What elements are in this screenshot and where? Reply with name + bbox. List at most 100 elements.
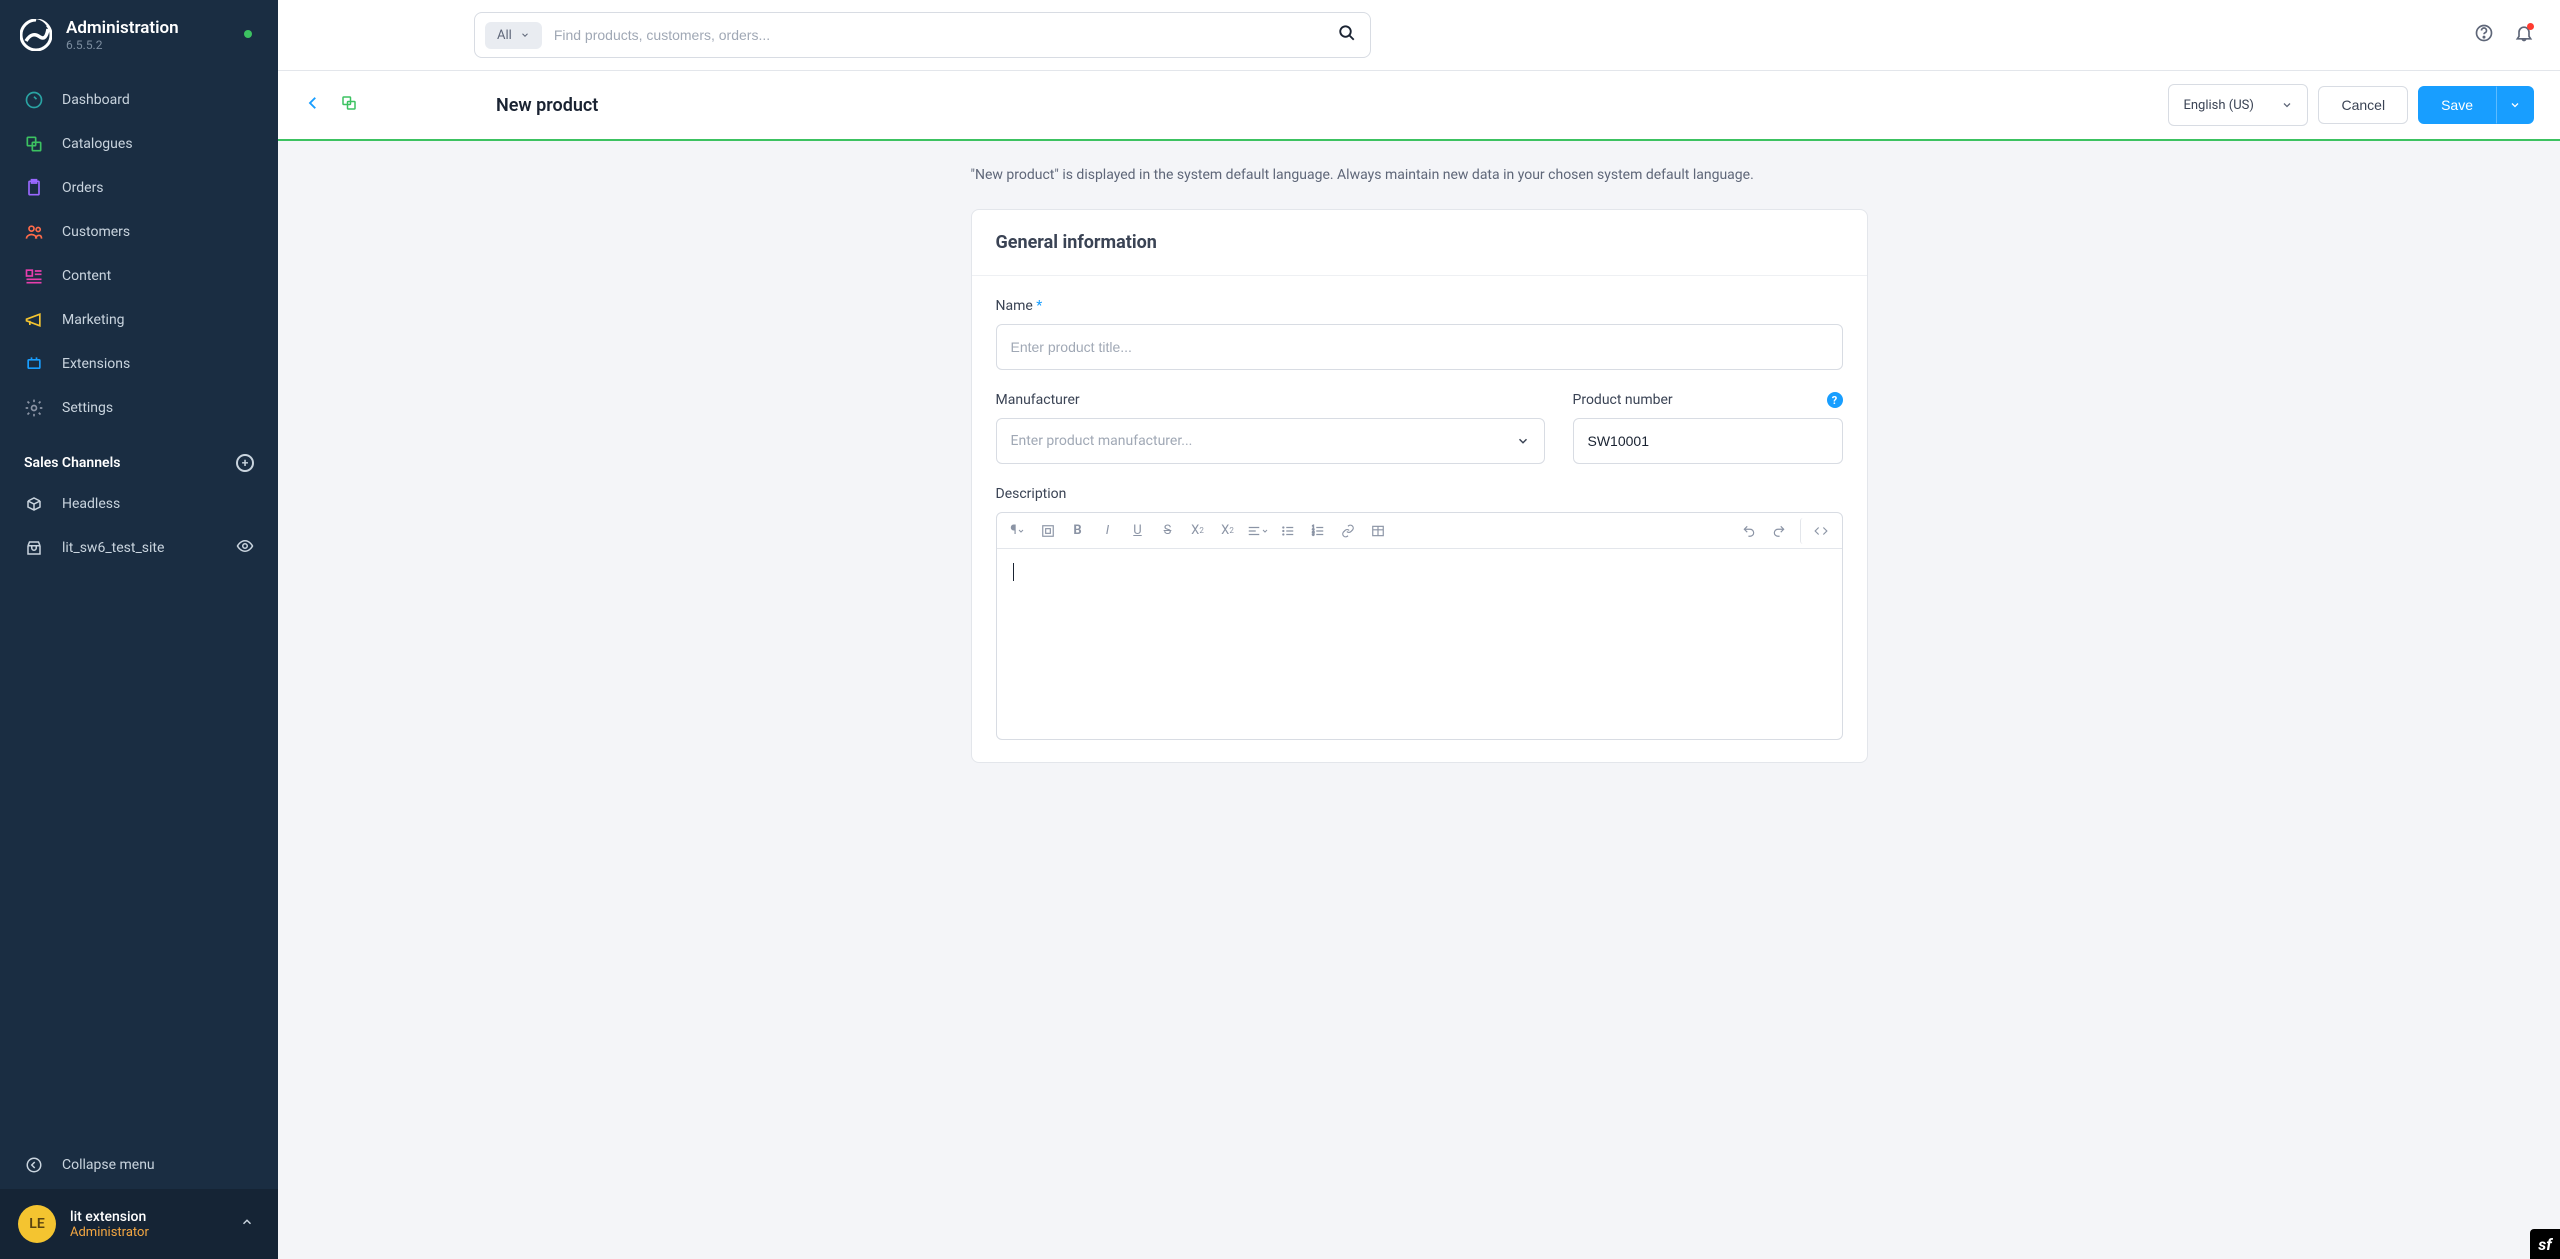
redo-button[interactable] [1766,518,1792,544]
ordered-list-button[interactable]: 123 [1305,518,1331,544]
nav-customers[interactable]: Customers [0,210,278,254]
nav-label: Marketing [62,312,125,328]
nav-label: Orders [62,180,104,196]
nav-label: Dashboard [62,92,130,108]
language-select[interactable]: English (US) [2168,84,2308,126]
collapse-icon [24,1155,44,1175]
nav-content[interactable]: Content [0,254,278,298]
sidebar-title: Administration [66,18,179,38]
notification-badge [2527,23,2534,30]
sidebar-header: Administration 6.5.5.2 [0,0,278,68]
global-search[interactable]: All [474,12,1371,58]
avatar: LE [18,1205,56,1243]
svg-text:3: 3 [1312,531,1315,536]
underline-button[interactable]: U [1125,518,1151,544]
bullet-list-button[interactable] [1275,518,1301,544]
help-icon[interactable]: ? [1827,392,1843,408]
nav-label: Content [62,268,111,284]
sidebar-version: 6.5.5.2 [66,38,179,52]
duplicate-button[interactable] [340,94,358,116]
search-icon[interactable] [1338,24,1356,46]
marketing-icon [24,310,44,330]
save-button[interactable]: Save [2418,86,2496,124]
customers-icon [24,222,44,242]
nav-label: Extensions [62,356,130,372]
chevron-up-icon [240,1215,254,1233]
nav-catalogues[interactable]: Catalogues [0,122,278,166]
page-title: New product [496,95,598,116]
search-filter-label: All [497,28,512,43]
subscript-button[interactable]: X2 [1215,518,1241,544]
code-view-button[interactable] [1800,518,1834,544]
name-input[interactable] [996,324,1843,370]
symfony-debug-badge[interactable]: sf [2530,1229,2560,1259]
superscript-button[interactable]: X2 [1185,518,1211,544]
add-sales-channel-button[interactable]: + [236,454,254,472]
paragraph-format-button[interactable]: ¶ [1005,518,1031,544]
search-filter-dropdown[interactable]: All [485,22,542,49]
nav-dashboard[interactable]: Dashboard [0,78,278,122]
catalogues-icon [24,134,44,154]
logo-icon [20,19,52,51]
fullscreen-button[interactable] [1035,518,1061,544]
language-hint: "New product" is displayed in the system… [971,167,1868,183]
section-title: Sales Channels [24,455,120,471]
search-input[interactable] [542,27,1338,43]
nav-marketing[interactable]: Marketing [0,298,278,342]
sales-channel-label: lit_sw6_test_site [62,540,164,556]
align-button[interactable] [1245,518,1271,544]
orders-icon [24,178,44,198]
sidebar: Administration 6.5.5.2 Dashboard Catalog… [0,0,278,1259]
content-area: "New product" is displayed in the system… [278,141,2560,789]
help-button[interactable] [2474,23,2494,47]
nav-label: Catalogues [62,136,133,152]
undo-button[interactable] [1736,518,1762,544]
page-header: New product English (US) Cancel Save [278,71,2560,141]
status-indicator [244,30,252,38]
back-button[interactable] [304,94,322,116]
main-content: All New product [278,0,2560,1259]
collapse-label: Collapse menu [62,1157,155,1173]
nav-label: Customers [62,224,130,240]
table-button[interactable] [1365,518,1391,544]
content-icon [24,266,44,286]
save-dropdown-button[interactable] [2496,86,2534,124]
language-value: English (US) [2183,98,2253,113]
chevron-down-icon [1516,434,1530,448]
bold-button[interactable]: B [1065,518,1091,544]
nav-extensions[interactable]: Extensions [0,342,278,386]
manufacturer-label: Manufacturer [996,392,1545,408]
visibility-icon[interactable] [236,537,254,559]
card-title: General information [996,232,1843,253]
nav-label: Settings [62,400,113,416]
nav-settings[interactable]: Settings [0,386,278,430]
settings-icon [24,398,44,418]
manufacturer-placeholder: Enter product manufacturer... [1011,433,1193,449]
main-nav: Dashboard Catalogues Orders Customers Co… [0,68,278,440]
user-menu[interactable]: LE lit extension Administrator [0,1189,278,1259]
description-textarea[interactable] [997,549,1842,739]
general-info-card: General information Name * Manufacturer … [971,209,1868,763]
cancel-button[interactable]: Cancel [2318,86,2408,124]
italic-button[interactable]: I [1095,518,1121,544]
sales-channel-label: Headless [62,496,120,512]
notifications-button[interactable] [2514,23,2534,47]
description-label: Description [996,486,1843,502]
collapse-menu-button[interactable]: Collapse menu [0,1141,278,1189]
name-label: Name * [996,298,1843,314]
product-number-label: Product number [1573,392,1673,408]
strikethrough-button[interactable]: S [1155,518,1181,544]
link-button[interactable] [1335,518,1361,544]
description-editor: ¶ B I U S X2 X2 123 [996,512,1843,740]
extensions-icon [24,354,44,374]
topbar: All [278,0,2560,71]
headless-icon [24,494,44,514]
manufacturer-select[interactable]: Enter product manufacturer... [996,418,1545,464]
chevron-down-icon [520,30,530,40]
nav-orders[interactable]: Orders [0,166,278,210]
product-number-input[interactable] [1573,418,1843,464]
editor-toolbar: ¶ B I U S X2 X2 123 [997,513,1842,549]
user-role: Administrator [70,1225,149,1240]
sales-channel-site[interactable]: lit_sw6_test_site [0,526,278,570]
sales-channel-headless[interactable]: Headless [0,482,278,526]
